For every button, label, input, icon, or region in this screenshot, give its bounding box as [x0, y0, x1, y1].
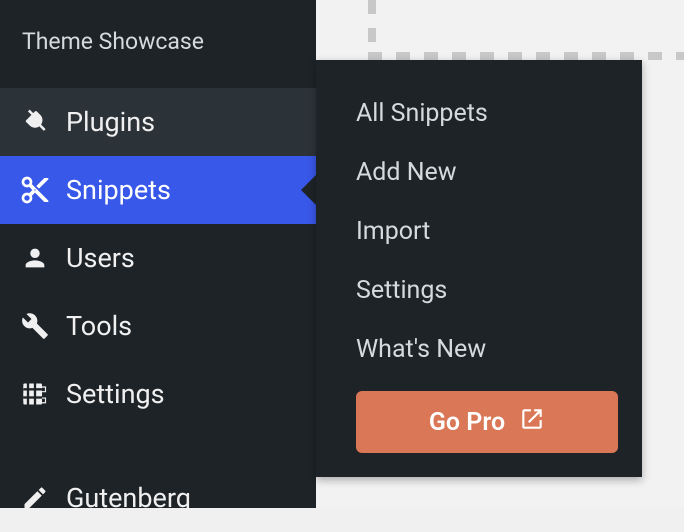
plugins-icon — [16, 107, 54, 137]
menu-label: Plugins — [66, 106, 155, 138]
tools-icon — [16, 312, 54, 340]
sidebar-item-users[interactable]: Users — [0, 224, 316, 292]
users-icon — [16, 244, 54, 272]
submenu-item-import[interactable]: Import — [356, 202, 624, 261]
active-indicator-arrow — [301, 174, 317, 206]
placeholder-dashed-horizontal — [368, 52, 684, 60]
menu-label: Users — [66, 242, 135, 274]
sidebar-item-theme-showcase[interactable]: Theme Showcase — [0, 0, 316, 88]
sidebar-item-snippets[interactable]: Snippets — [0, 156, 316, 224]
settings-icon — [16, 380, 54, 408]
menu-label: Tools — [66, 310, 132, 342]
submenu-item-all-snippets[interactable]: All Snippets — [356, 84, 624, 143]
go-pro-label: Go Pro — [429, 408, 505, 437]
snippets-icon — [16, 174, 54, 206]
sidebar-item-tools[interactable]: Tools — [0, 292, 316, 360]
menu-label: Gutenberg — [66, 482, 191, 514]
admin-sidebar: Theme Showcase Plugins Snippets Users To… — [0, 0, 316, 508]
external-link-icon — [519, 406, 545, 439]
sidebar-item-gutenberg[interactable]: Gutenberg — [0, 464, 316, 532]
go-pro-button[interactable]: Go Pro — [356, 391, 618, 453]
sidebar-item-plugins[interactable]: Plugins — [0, 88, 316, 156]
menu-label: Snippets — [66, 174, 171, 206]
placeholder-dashed-vertical — [368, 0, 376, 60]
submenu-item-whats-new[interactable]: What's New — [356, 320, 624, 379]
submenu-item-settings[interactable]: Settings — [356, 261, 624, 320]
menu-label: Settings — [66, 378, 165, 410]
snippets-submenu: All Snippets Add New Import Settings Wha… — [316, 60, 642, 477]
submenu-item-add-new[interactable]: Add New — [356, 143, 624, 202]
sidebar-spacer — [0, 428, 316, 464]
sidebar-item-settings[interactable]: Settings — [0, 360, 316, 428]
